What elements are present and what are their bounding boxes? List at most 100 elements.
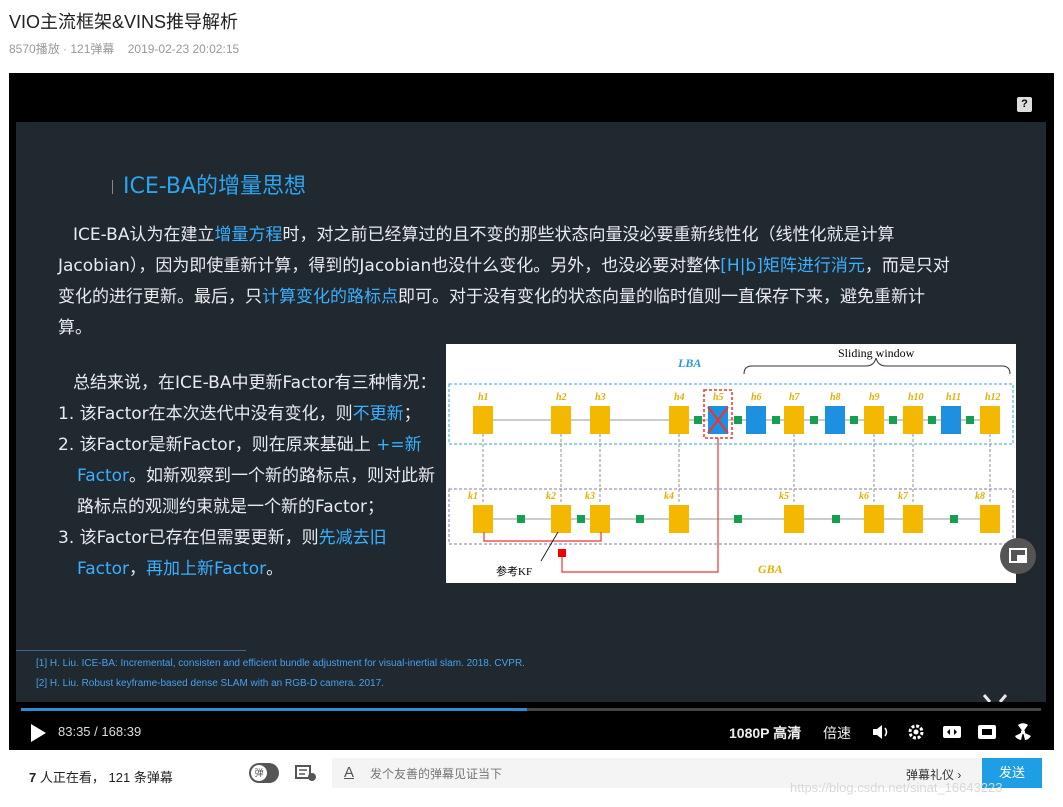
video-title: VIO主流框架&VINS推导解析 [9,12,239,32]
tv-logo-icon [982,694,1008,702]
sliding-window-brace [743,357,1011,375]
play-icon[interactable] [31,724,46,742]
keyframe-h-1 [473,406,493,434]
gba-factor [517,515,525,523]
item-seg-hl: 再加上新Factor [146,559,267,579]
h-label: h9 [869,392,880,403]
quality-button[interactable]: 1080P 高清 [729,723,801,743]
red-factor [558,549,566,557]
slide-paragraph: ICE-BA认为在建立增量方程时，对之前已经算过的且不变的那些状态向量没必要重新… [58,220,958,344]
sliding-window-label: Sliding window [838,346,915,360]
gba-box [448,488,1014,545]
keyframe-h-9 [864,406,884,434]
keyframe-k-5 [784,505,804,533]
h-label: h11 [946,392,961,403]
progress-fill [21,708,527,711]
lba-factor [889,416,897,424]
time-separator: / [94,724,98,739]
keyframe-h-8 [825,406,845,434]
danmaku-toggle[interactable]: 弹 [249,763,279,783]
fullscreen-icon[interactable] [977,723,997,741]
gba-factor [636,515,644,523]
lba-label: LBA [677,356,701,370]
viewer-number: 7 [29,770,37,785]
item-seg: 1. 该Factor在本次迭代中没有变化，则 [58,404,353,424]
gba-factor [734,515,742,523]
danmaku-text: 条弹幕 [133,770,173,785]
item-seg: 。如新观察到一个新的路标点，则对此新路标点的观测约束就是一个新的Factor； [77,466,436,517]
item-seg: 2. 该Factor是新Factor，则在原来基础上 [58,435,377,455]
h-label: h12 [985,392,1001,403]
play-count: 8570播放 · 121弹幕 [9,42,115,56]
progress-bar[interactable] [21,708,1041,711]
para-seg-hl: 增量方程 [214,225,283,245]
video-player[interactable]: ? ICE-BA的增量思想 ICE-BA认为在建立增量方程时，对之前已经算过的且… [9,73,1054,750]
keyframe-h-10 [903,406,923,434]
gba-factor [950,515,958,523]
font-style-icon[interactable]: A [344,764,354,781]
time-display: 83:35 / 168:39 [58,724,141,739]
keyframe-h-4 [669,406,689,434]
h-label: h6 [751,392,762,403]
danmaku-input[interactable] [368,766,852,782]
gba-factor [577,515,585,523]
ref-divider [16,650,246,651]
para-seg-hl: 计算变化的路标点 [262,287,398,307]
lba-factor [810,416,818,424]
k-label: k7 [898,491,909,502]
summary-item-1: 1. 该Factor在本次迭代中没有变化，则不更新； [58,399,438,430]
gba-label: GBA [758,562,783,576]
k-label: k3 [585,491,595,502]
keyframe-k-6 [864,505,884,533]
para-seg-hl: [H|b]矩阵进行消元 [720,256,865,276]
reference-2: [2] H. Liu. Robust keyframe-based dense … [36,678,384,689]
keyframe-h-12 [980,406,1000,434]
pointer [540,531,559,562]
pip-icon [1009,548,1027,563]
item-seg: ， [129,559,147,579]
item-seg: ； [403,404,421,424]
slide-frame: ICE-BA的增量思想 ICE-BA认为在建立增量方程时，对之前已经算过的且不变… [16,122,1046,702]
widescreen-icon[interactable] [942,723,962,741]
speed-button[interactable]: 倍速 [823,723,851,743]
lba-factor [772,416,780,424]
total-time: 168:39 [101,724,142,739]
item-seg: 3. 该Factor已存在但需要更新，则 [58,528,319,548]
ref-kf-label: 参考KF [496,564,532,578]
h-label: h8 [830,392,841,403]
keyframe-h-11 [941,406,961,434]
help-icon[interactable]: ? [1017,97,1032,112]
ice-ba-diagram: Sliding window LBA GBA 参考KF h1 h2 h3 h4 h5 h6… [448,346,1014,578]
settings-gear-icon[interactable] [906,723,926,741]
summary-item-3: 3. 该Factor已存在但需要更新，则先减去旧Factor，再加上新Facto… [58,523,438,585]
danmaku-settings-icon[interactable] [295,764,317,782]
keyframe-k-3 [590,505,610,533]
watermark: https://blog.csdn.net/sinat_16643223 [790,780,1003,795]
video-meta: 8570播放 · 121弹幕 2019-02-23 20:02:15 [9,40,249,57]
k-label: k2 [546,491,556,502]
current-time: 83:35 [58,724,91,739]
publish-date: 2019-02-23 20:02:15 [127,42,240,56]
keyframe-h-7 [784,406,804,434]
picture-in-picture-button[interactable] [1000,538,1036,574]
toggle-label: 弹 [251,765,267,781]
radiation-icon[interactable] [1013,723,1033,741]
slide-heading: ICE-BA的增量思想 [112,168,306,200]
h-label: h10 [908,392,924,403]
summary-item-2: 2. 该Factor是新Factor，则在原来基础上 +=新Factor。如新观… [58,430,438,523]
item-seg-hl: 不更新 [352,404,404,424]
ice-ba-figure: Sliding window LBA GBA 参考KF h1 h2 h3 h4 h5 h6… [446,344,1016,583]
k-label: k1 [468,491,478,502]
diagram-nodes: h1 h2 h3 h4 h5 h6 h7 h8 h9 h10 h11 h12 k1 k2 k3 k4 k5 k6 k… [468,392,1001,533]
k-label: k8 [975,491,985,502]
h-label: h7 [789,392,801,403]
k-label: k4 [664,491,674,502]
h-label: h2 [556,392,567,403]
h-label: h3 [595,392,606,403]
viewer-text: 人正在看， [39,770,105,785]
lba-factor [734,416,742,424]
volume-icon[interactable] [871,723,891,741]
keyframe-h-6 [746,406,766,434]
player-controls: 83:35 / 168:39 1080P 高清 倍速 [9,716,1054,750]
red-link [561,438,719,573]
